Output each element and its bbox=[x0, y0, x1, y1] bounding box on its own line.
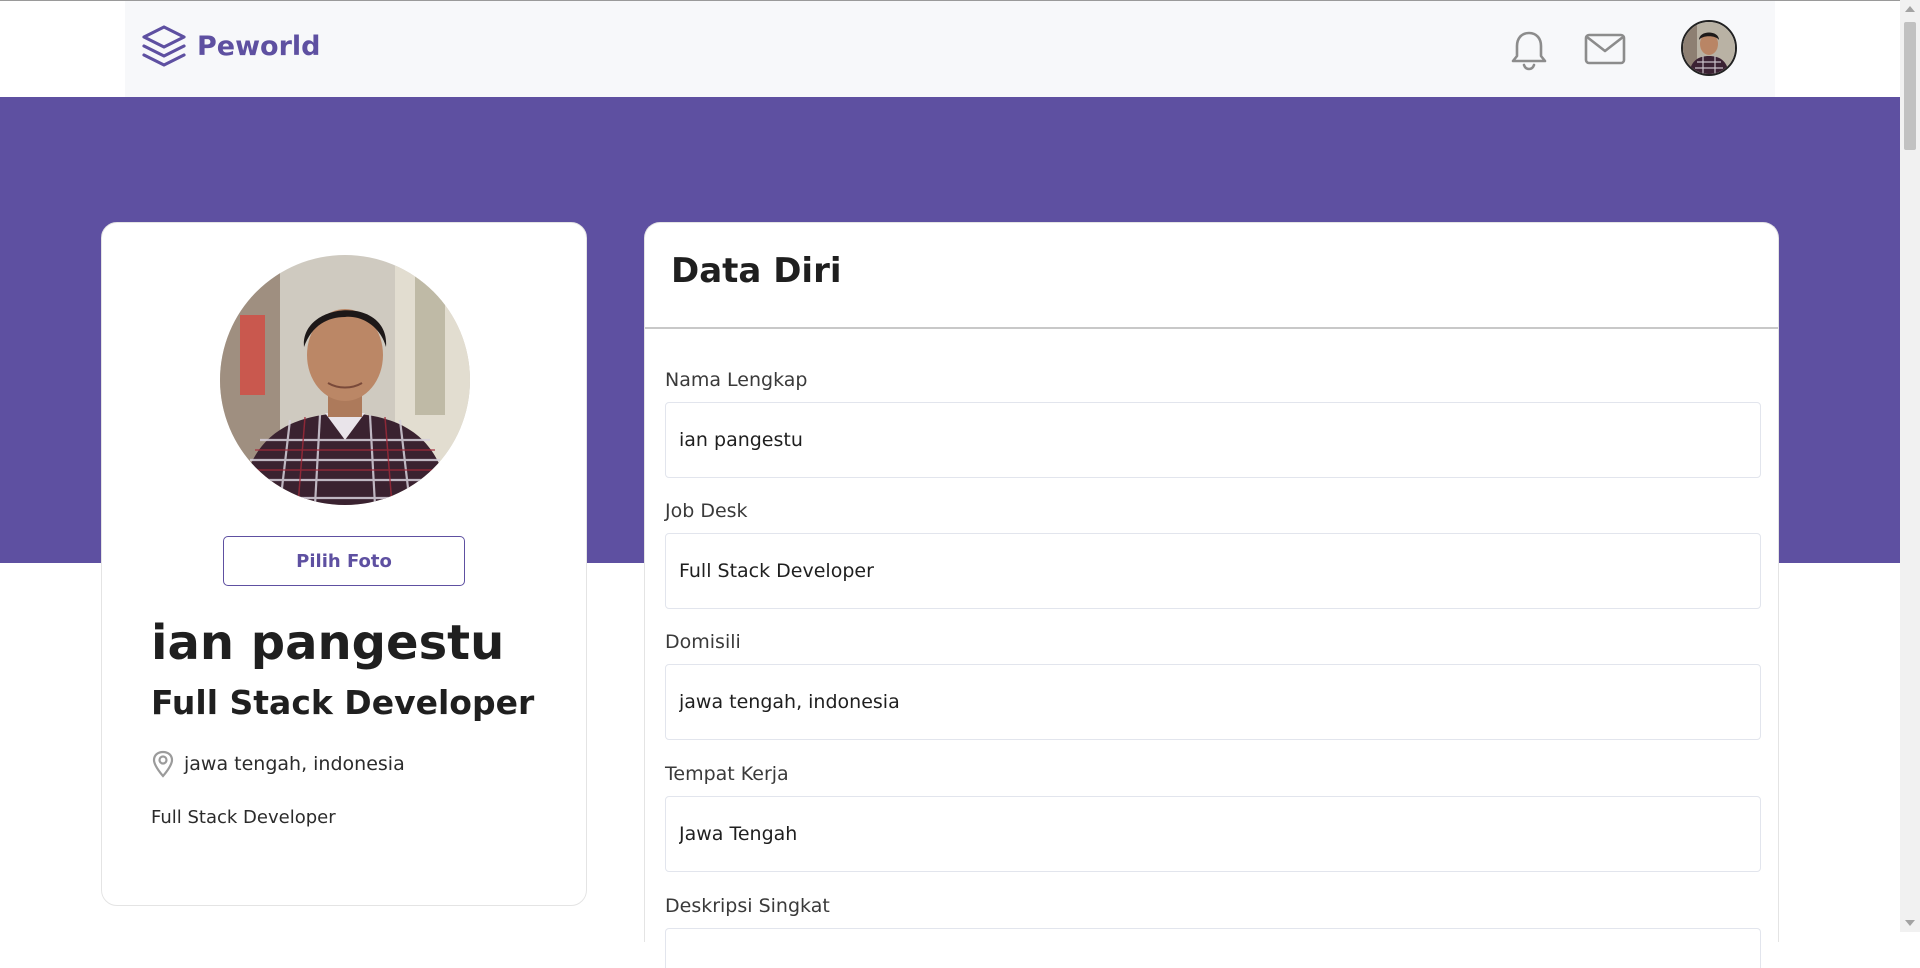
brand-logo[interactable]: Peworld bbox=[141, 24, 321, 68]
job-desk-label: Job Desk bbox=[665, 500, 748, 522]
layers-logo-icon bbox=[142, 25, 186, 67]
workplace-label: Tempat Kerja bbox=[665, 763, 789, 785]
user-avatar[interactable] bbox=[1681, 20, 1737, 76]
profile-location: jawa tengah, indonesia bbox=[151, 750, 405, 778]
profile-location-text: jawa tengah, indonesia bbox=[184, 753, 405, 775]
avatar-photo bbox=[1683, 22, 1735, 74]
brand-name: Peworld bbox=[197, 30, 321, 62]
workplace-input[interactable] bbox=[665, 796, 1761, 872]
full-name-label: Nama Lengkap bbox=[665, 369, 808, 391]
personal-data-card: Data Diri Nama Lengkap Job Desk Domisili… bbox=[644, 222, 1779, 968]
profile-name: ian pangestu bbox=[151, 615, 505, 671]
mail-icon[interactable] bbox=[1584, 32, 1626, 66]
scroll-down-arrow-icon[interactable] bbox=[1905, 920, 1915, 926]
full-name-input[interactable] bbox=[665, 402, 1761, 478]
profile-card: Pilih Foto ian pangestu Full Stack Devel… bbox=[101, 222, 587, 906]
profile-description: Full Stack Developer bbox=[151, 807, 336, 828]
pick-photo-button[interactable]: Pilih Foto bbox=[223, 536, 465, 586]
job-desk-input[interactable] bbox=[665, 533, 1761, 609]
personal-data-title: Data Diri bbox=[671, 251, 842, 291]
domicile-input[interactable] bbox=[665, 664, 1761, 740]
map-pin-icon bbox=[152, 750, 174, 778]
scroll-thumb[interactable] bbox=[1904, 22, 1916, 150]
scroll-up-arrow-icon[interactable] bbox=[1905, 6, 1915, 12]
profile-photo-image bbox=[220, 255, 470, 505]
short-description-textarea[interactable] bbox=[665, 928, 1761, 968]
card-divider bbox=[645, 327, 1778, 329]
domicile-label: Domisili bbox=[665, 631, 741, 653]
profile-photo bbox=[220, 255, 470, 505]
bell-icon[interactable] bbox=[1509, 29, 1549, 71]
short-description-label: Deskripsi Singkat bbox=[665, 895, 830, 917]
navbar: Peworld bbox=[125, 1, 1775, 97]
page-scrollbar[interactable] bbox=[1900, 0, 1920, 932]
profile-job: Full Stack Developer bbox=[151, 683, 535, 722]
